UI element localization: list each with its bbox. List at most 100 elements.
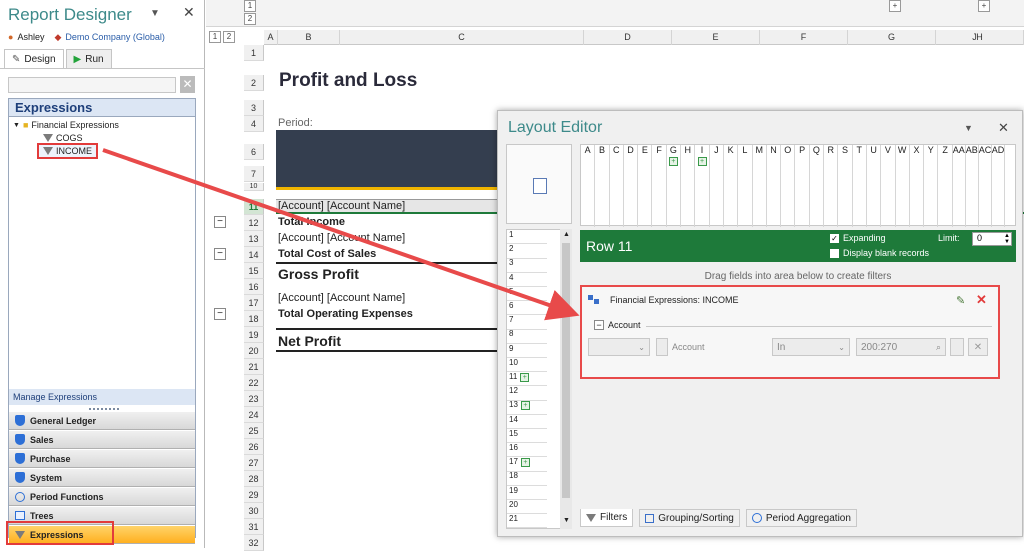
layout-column-header[interactable]: L: [738, 145, 753, 227]
layout-column-header[interactable]: Z: [938, 145, 953, 227]
layout-column-header[interactable]: J: [710, 145, 724, 227]
row-number[interactable]: 28: [244, 471, 264, 487]
row-number[interactable]: 7: [244, 166, 264, 182]
row-number[interactable]: 21: [244, 359, 264, 375]
report-title[interactable]: Profit and Loss: [279, 70, 417, 92]
scroll-up-icon[interactable]: ▲: [563, 231, 570, 238]
display-blank-checkbox[interactable]: Display blank records: [830, 248, 929, 258]
collapse-group-button[interactable]: −: [214, 248, 226, 260]
collapse-group-button[interactable]: −: [214, 216, 226, 228]
row-number-selected[interactable]: 11: [244, 199, 264, 215]
search-input[interactable]: [8, 77, 176, 93]
add-field-icon[interactable]: +: [697, 157, 707, 166]
close-icon[interactable]: ✕: [183, 4, 195, 21]
layout-column-header[interactable]: M: [753, 145, 767, 227]
row-number[interactable]: 15: [244, 263, 264, 279]
tree-item-income[interactable]: INCOME: [37, 143, 98, 159]
layout-column-header[interactable]: AC: [979, 145, 992, 227]
row-group-level-2-button[interactable]: 2: [223, 31, 235, 43]
collapse-group-button[interactable]: −: [214, 308, 226, 320]
layout-thumbnail[interactable]: [506, 144, 572, 224]
layout-row-header[interactable]: 14: [507, 415, 547, 429]
layout-row-header[interactable]: 21: [507, 514, 547, 529]
layout-column-header[interactable]: V: [881, 145, 896, 227]
add-field-icon[interactable]: +: [668, 157, 678, 166]
bracket-toggle[interactable]: [950, 338, 964, 356]
manage-expressions-link[interactable]: Manage Expressions: [9, 389, 195, 405]
row-number[interactable]: 31: [244, 519, 264, 535]
limit-spinner[interactable]: 0 ▲ ▼: [972, 232, 1012, 246]
collapse-group-button[interactable]: −: [594, 320, 604, 330]
checkbox-checked-icon[interactable]: ✓: [830, 233, 839, 243]
column-header[interactable]: D: [584, 30, 672, 45]
layout-column-header[interactable]: S: [838, 145, 853, 227]
layout-row-header[interactable]: 13 +: [507, 400, 547, 415]
row-number[interactable]: 29: [244, 487, 264, 503]
row-group-level-1-button[interactable]: 1: [209, 31, 221, 43]
row-number[interactable]: 32: [244, 535, 264, 551]
edit-icon[interactable]: ✎: [956, 294, 965, 307]
cell-row-14[interactable]: Total Cost of Sales: [278, 248, 376, 260]
checkbox-unchecked-icon[interactable]: [830, 248, 839, 258]
remove-condition-icon[interactable]: ✕: [968, 338, 988, 356]
group-level-1-button[interactable]: 1: [244, 0, 256, 12]
add-field-icon[interactable]: +: [520, 373, 530, 382]
dropdown-arrow-icon[interactable]: ▼: [964, 123, 973, 133]
rows-scrollbar[interactable]: ▲ ▼: [560, 229, 572, 529]
operator-select[interactable]: In ⌄: [772, 338, 850, 356]
tab-filters[interactable]: Filters: [580, 509, 634, 527]
layout-column-header[interactable]: A: [581, 145, 596, 227]
layout-column-header[interactable]: AD: [992, 145, 1005, 227]
column-header[interactable]: F: [760, 30, 848, 45]
row-number[interactable]: 22: [244, 375, 264, 391]
add-field-icon[interactable]: +: [520, 458, 530, 468]
column-header[interactable]: B: [278, 30, 340, 45]
layout-row-header[interactable]: 17 +: [507, 457, 547, 472]
layout-row-header[interactable]: 7: [507, 315, 547, 330]
delete-icon[interactable]: ✕: [976, 292, 987, 308]
add-field-icon[interactable]: +: [520, 401, 530, 411]
layout-column-header[interactable]: K: [724, 145, 739, 227]
cell-row-20[interactable]: Net Profit: [278, 333, 341, 349]
row-number[interactable]: 1: [244, 45, 264, 61]
layout-row-header[interactable]: 12: [507, 386, 547, 401]
row-number[interactable]: 12: [244, 215, 264, 231]
category-system[interactable]: System: [9, 469, 195, 487]
row-number[interactable]: 27: [244, 455, 264, 471]
row-number[interactable]: 30: [244, 503, 264, 519]
lookup-icon[interactable]: ⌕: [936, 342, 941, 353]
layout-column-header[interactable]: B: [595, 145, 610, 227]
layout-row-header[interactable]: 5: [507, 287, 547, 302]
layout-column-header[interactable]: Q: [810, 145, 825, 227]
row-number[interactable]: 13: [244, 231, 264, 247]
row-number[interactable]: 6: [244, 144, 264, 160]
column-header[interactable]: C: [340, 30, 584, 45]
tree-item-cogs[interactable]: COGS: [43, 133, 83, 143]
row-number[interactable]: 20: [244, 343, 264, 359]
layout-column-header[interactable]: P: [795, 145, 810, 227]
splitter-grip[interactable]: [89, 408, 119, 410]
company-name[interactable]: Demo Company (Global): [65, 32, 165, 42]
cell-row-11[interactable]: [Account] [Account Name]: [278, 200, 405, 212]
category-sales[interactable]: Sales: [9, 431, 195, 449]
layout-column-header[interactable]: I +: [695, 145, 710, 227]
cell-row-15[interactable]: Gross Profit: [278, 266, 359, 282]
row-number[interactable]: 17: [244, 295, 264, 311]
layout-row-header[interactable]: 20: [507, 500, 547, 515]
layout-row-header[interactable]: 8: [507, 329, 547, 344]
layout-column-header[interactable]: T: [853, 145, 867, 227]
clear-search-icon[interactable]: ✕: [180, 76, 195, 93]
layout-column-header[interactable]: O: [781, 145, 796, 227]
bracket-toggle[interactable]: [656, 338, 668, 356]
layout-row-header[interactable]: 10: [507, 358, 547, 373]
column-header[interactable]: E: [672, 30, 760, 45]
layout-column-header[interactable]: U: [867, 145, 882, 227]
layout-column-header[interactable]: AB: [966, 145, 979, 227]
row-number[interactable]: 14: [244, 247, 264, 263]
row-number[interactable]: 3: [244, 100, 264, 116]
layout-column-header[interactable]: W: [896, 145, 910, 227]
layout-column-header[interactable]: D: [624, 145, 639, 227]
layout-column-header[interactable]: AA: [953, 145, 966, 227]
layout-column-header[interactable]: Y: [924, 145, 939, 227]
row-number[interactable]: 19: [244, 327, 264, 343]
